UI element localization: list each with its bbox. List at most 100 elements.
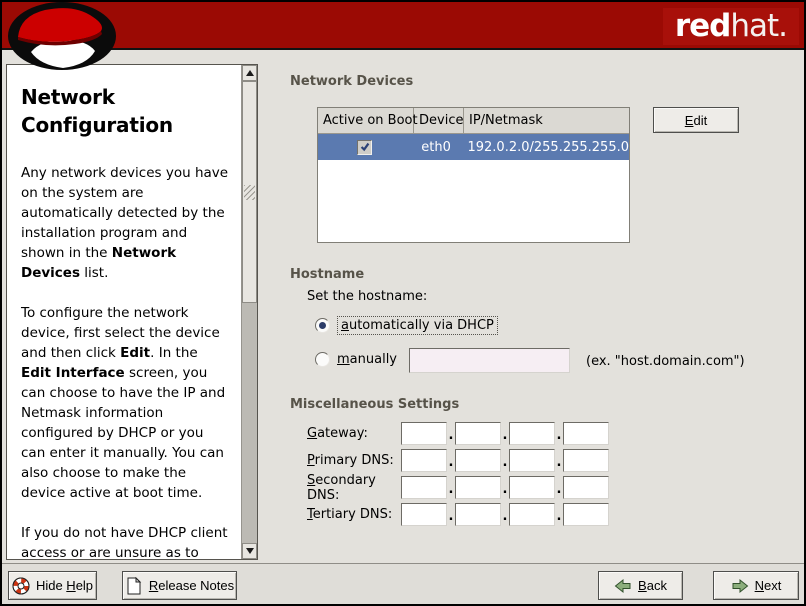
hide-help-mnemonic: H bbox=[66, 578, 75, 593]
gateway-row: Gateway: ... bbox=[307, 422, 609, 445]
edit-button[interactable]: Edit bbox=[653, 107, 739, 133]
network-devices-table[interactable]: Active on Boot Device IP/Netmask eth0 19… bbox=[317, 107, 630, 243]
hide-help-button[interactable]: Hide Help bbox=[8, 571, 97, 600]
octet-dot: . bbox=[447, 481, 455, 499]
active-on-boot-checkbox[interactable] bbox=[357, 140, 372, 155]
next-label: Next bbox=[755, 578, 782, 593]
gateway-octet-1[interactable] bbox=[401, 422, 447, 445]
document-icon bbox=[125, 577, 143, 595]
table-row-eth0[interactable]: eth0 192.0.2.0/255.255.255.0 bbox=[318, 134, 629, 160]
gateway-label: Gateway: bbox=[307, 426, 401, 441]
scrollbar-down-button[interactable] bbox=[242, 543, 257, 559]
auto-dhcp-radio[interactable] bbox=[315, 318, 330, 333]
manual-radio-label[interactable]: manually bbox=[337, 352, 397, 367]
release-notes-label: Release Notes bbox=[149, 578, 234, 593]
primary-dns-row: Primary DNS: ... bbox=[307, 449, 609, 472]
hide-help-rest: elp bbox=[76, 578, 93, 593]
redhat-wordmark: redhat. bbox=[663, 8, 799, 45]
help-p2-bold-edit: Edit bbox=[120, 345, 150, 361]
footer-bar: Hide Help Release Notes Back Next bbox=[2, 563, 804, 604]
auto-dhcp-radio-label[interactable]: automatically via DHCP bbox=[337, 316, 498, 335]
edit-button-label: Edit bbox=[685, 113, 707, 128]
up-arrow-icon bbox=[246, 70, 254, 76]
help-paragraph-3: If you do not have DHCP client access or… bbox=[21, 523, 231, 559]
next-arrow-icon bbox=[731, 577, 749, 595]
hostname-example-text: (ex. "host.domain.com") bbox=[586, 354, 745, 369]
manual-label-rest: anually bbox=[350, 352, 397, 367]
primary-dns-octet-4[interactable] bbox=[563, 449, 609, 472]
secondary-dns-octet-4[interactable] bbox=[563, 476, 609, 499]
installer-window: redhat. Network Configuration Any networ… bbox=[0, 0, 806, 606]
manual-radio-row[interactable]: manually bbox=[315, 352, 397, 367]
octet-dot: . bbox=[447, 508, 455, 526]
octet-dot: . bbox=[555, 454, 563, 472]
wordmark-light-text: hat. bbox=[730, 8, 787, 45]
scrollbar-thumb[interactable] bbox=[242, 81, 257, 303]
octet-dot: . bbox=[501, 481, 509, 499]
help-p2-text-mid: . In the bbox=[150, 345, 198, 361]
gateway-octet-2[interactable] bbox=[455, 422, 501, 445]
life-preserver-icon bbox=[12, 577, 30, 595]
tertiary-dns-octet-3[interactable] bbox=[509, 503, 555, 526]
active-on-boot-cell bbox=[318, 140, 412, 155]
column-header-active-on-boot: Active on Boot bbox=[318, 108, 414, 133]
gateway-octet-3[interactable] bbox=[509, 422, 555, 445]
auto-dhcp-radio-row[interactable]: automatically via DHCP bbox=[315, 316, 498, 335]
down-arrow-icon bbox=[246, 548, 254, 554]
table-header-row: Active on Boot Device IP/Netmask bbox=[318, 108, 629, 134]
primary-dns-mnemonic: P bbox=[307, 453, 315, 468]
octet-dot: . bbox=[501, 508, 509, 526]
secondary-dns-label-rest: econdary DNS: bbox=[307, 473, 376, 503]
ip-netmask-cell: 192.0.2.0/255.255.255.0 bbox=[460, 140, 629, 155]
back-label: Back bbox=[638, 578, 667, 593]
help-panel: Network Configuration Any network device… bbox=[6, 64, 258, 560]
octet-dot: . bbox=[501, 427, 509, 445]
redhat-shadowman-logo-icon bbox=[7, 2, 117, 71]
secondary-dns-octet-1[interactable] bbox=[401, 476, 447, 499]
back-rest: ack bbox=[647, 578, 667, 593]
help-paragraph-2: To configure the network device, first s… bbox=[21, 303, 231, 503]
next-button[interactable]: Next bbox=[713, 571, 799, 600]
octet-dot: . bbox=[447, 427, 455, 445]
manual-radio[interactable] bbox=[315, 352, 330, 367]
manual-hostname-input[interactable] bbox=[409, 348, 570, 373]
release-notes-rest: elease Notes bbox=[158, 578, 234, 593]
octet-dot: . bbox=[555, 508, 563, 526]
help-paragraph-1: Any network devices you have on the syst… bbox=[21, 163, 231, 283]
primary-dns-octet-3[interactable] bbox=[509, 449, 555, 472]
hostname-section-label: Hostname bbox=[290, 267, 364, 282]
tertiary-dns-octet-1[interactable] bbox=[401, 503, 447, 526]
secondary-dns-octet-3[interactable] bbox=[509, 476, 555, 499]
tertiary-dns-octet-4[interactable] bbox=[563, 503, 609, 526]
help-p1-text-end: list. bbox=[80, 265, 108, 281]
misc-settings-grid: Gateway: ... Primary DNS: ... Secondary … bbox=[307, 422, 609, 530]
release-notes-button[interactable]: Release Notes bbox=[122, 571, 237, 600]
gateway-label-rest: ateway: bbox=[317, 426, 368, 441]
scrollbar-grip-icon bbox=[244, 185, 255, 200]
back-button[interactable]: Back bbox=[598, 571, 683, 600]
back-mnemonic: B bbox=[638, 578, 647, 593]
secondary-dns-octet-2[interactable] bbox=[455, 476, 501, 499]
auto-label-rest: utomatically via DHCP bbox=[349, 318, 494, 333]
redhat-banner: redhat. bbox=[2, 2, 804, 50]
manual-mnemonic: m bbox=[337, 352, 350, 367]
tertiary-dns-row: Tertiary DNS: ... bbox=[307, 503, 609, 526]
primary-dns-octet-1[interactable] bbox=[401, 449, 447, 472]
back-arrow-icon bbox=[614, 577, 632, 595]
help-text-area: Network Configuration Any network device… bbox=[7, 65, 241, 559]
hide-help-pre: Hide bbox=[36, 578, 66, 593]
scrollbar-up-button[interactable] bbox=[242, 65, 257, 81]
gateway-octet-4[interactable] bbox=[563, 422, 609, 445]
column-header-ip-netmask: IP/Netmask bbox=[464, 108, 629, 133]
tertiary-dns-octet-2[interactable] bbox=[455, 503, 501, 526]
primary-dns-octet-2[interactable] bbox=[455, 449, 501, 472]
secondary-dns-row: Secondary DNS: ... bbox=[307, 476, 609, 499]
hide-help-label: Hide Help bbox=[36, 578, 93, 593]
misc-settings-section-label: Miscellaneous Settings bbox=[290, 397, 459, 412]
primary-dns-label: Primary DNS: bbox=[307, 453, 401, 468]
auto-mnemonic: a bbox=[341, 318, 349, 333]
octet-dot: . bbox=[555, 481, 563, 499]
checkmark-icon bbox=[359, 141, 371, 153]
help-scrollbar[interactable] bbox=[241, 65, 257, 559]
device-cell: eth0 bbox=[412, 140, 461, 155]
